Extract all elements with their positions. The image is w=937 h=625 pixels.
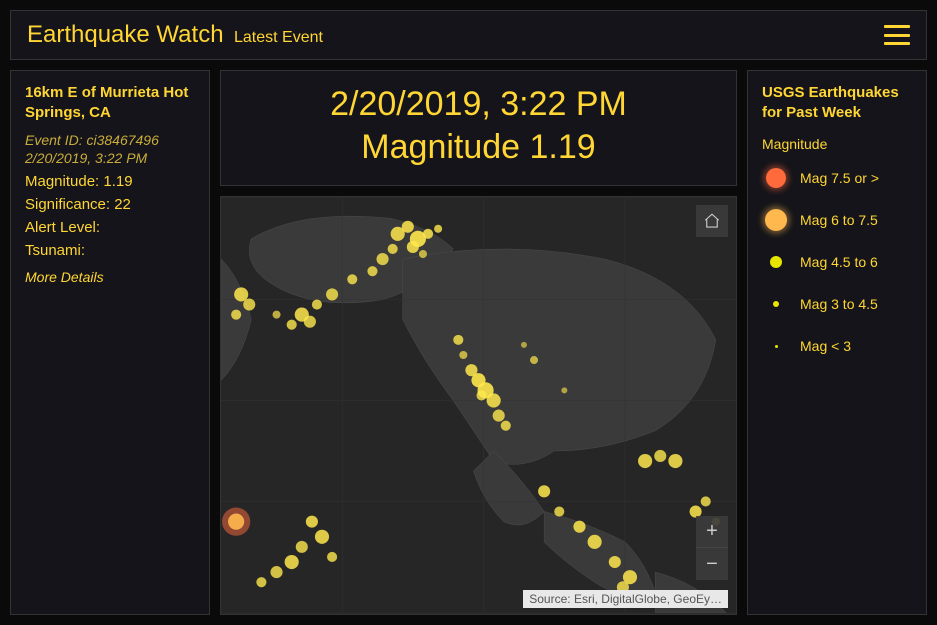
banner-time: 2/20/2019, 3:22 PM: [229, 85, 728, 124]
legend-swatch-icon: [762, 248, 790, 276]
legend-row: Mag < 3: [762, 332, 912, 360]
map-home-button[interactable]: [696, 205, 728, 237]
legend-label: Mag 6 to 7.5: [800, 212, 878, 228]
event-significance: Significance: 22: [25, 193, 195, 216]
map-zoom-controls: + −: [696, 516, 728, 580]
hamburger-menu-icon[interactable]: [884, 25, 910, 45]
event-tsunami: Tsunami:: [25, 239, 195, 262]
center-panel: 2/20/2019, 3:22 PM Magnitude 1.19: [220, 70, 737, 615]
legend-label: Mag 3 to 4.5: [800, 296, 878, 312]
legend-row: Mag 7.5 or >: [762, 164, 912, 192]
legend-swatch-icon: [762, 290, 790, 318]
header-title-wrap: Earthquake Watch Latest Event: [27, 21, 323, 49]
legend-title: USGS Earthquakes for Past Week: [762, 83, 912, 122]
legend-row: Mag 3 to 4.5: [762, 290, 912, 318]
zoom-out-button[interactable]: −: [696, 548, 728, 580]
event-details-panel: 16km E of Murrieta Hot Springs, CA Event…: [10, 70, 210, 615]
event-magnitude: Magnitude: 1.19: [25, 170, 195, 193]
more-details-link[interactable]: More Details: [25, 269, 195, 285]
app-header: Earthquake Watch Latest Event: [10, 10, 927, 60]
event-time: 2/20/2019, 3:22 PM: [25, 150, 195, 166]
legend-swatch-icon: [762, 332, 790, 360]
event-banner: 2/20/2019, 3:22 PM Magnitude 1.19: [220, 70, 737, 186]
legend-label: Mag 7.5 or >: [800, 170, 879, 186]
home-icon: [703, 212, 721, 230]
legend-panel: USGS Earthquakes for Past Week Magnitude…: [747, 70, 927, 615]
map-attribution: Source: Esri, DigitalGlobe, GeoEy…: [523, 590, 728, 608]
app-subtitle: Latest Event: [234, 29, 323, 46]
event-id: Event ID: ci38467496: [25, 132, 195, 148]
event-title: 16km E of Murrieta Hot Springs, CA: [25, 83, 195, 124]
legend-label: Mag < 3: [800, 338, 851, 354]
legend-label: Mag 4.5 to 6: [800, 254, 878, 270]
banner-magnitude: Magnitude 1.19: [229, 128, 728, 167]
event-alert-level: Alert Level:: [25, 216, 195, 239]
map-canvas[interactable]: [221, 197, 736, 614]
legend-swatch-icon: [762, 164, 790, 192]
content-area: 16km E of Murrieta Hot Springs, CA Event…: [10, 70, 927, 615]
legend-row: Mag 6 to 7.5: [762, 206, 912, 234]
legend-row: Mag 4.5 to 6: [762, 248, 912, 276]
legend-swatch-icon: [762, 206, 790, 234]
app-title: Earthquake Watch: [27, 21, 224, 48]
map[interactable]: + − Source: Esri, DigitalGlobe, GeoEy…: [220, 196, 737, 615]
zoom-in-button[interactable]: +: [696, 516, 728, 548]
legend-items: Mag 7.5 or > Mag 6 to 7.5 Mag 4.5 to 6 Mag …: [762, 164, 912, 360]
legend-heading: Magnitude: [762, 136, 912, 152]
